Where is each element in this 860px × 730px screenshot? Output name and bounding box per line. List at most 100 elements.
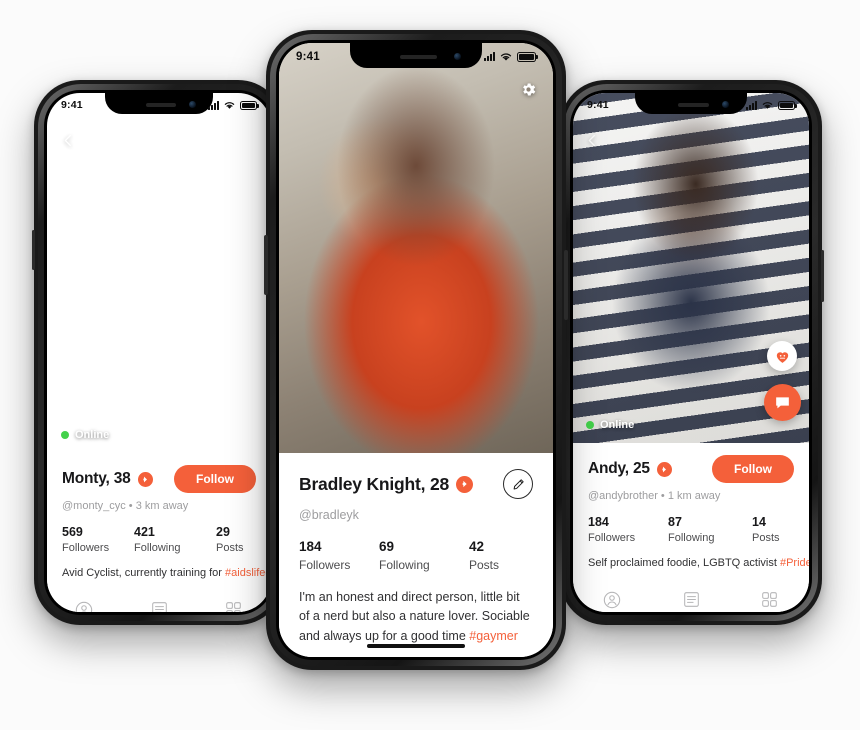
- tab-list[interactable]: [652, 583, 731, 612]
- mockup-stage: 9:41 Online Monty, 38 Follow @monty_cyc …: [0, 0, 860, 730]
- profile-card-right: Andy, 25 Follow @andybrother • 1 km away…: [573, 443, 809, 612]
- online-label: Online: [600, 419, 635, 431]
- stat-value: 569: [62, 525, 83, 539]
- profile-name: Andy, 25: [588, 460, 650, 477]
- tab-grid[interactable]: [730, 583, 809, 612]
- notch: [105, 93, 213, 114]
- name-row-right: Andy, 25 Follow: [588, 455, 794, 483]
- verified-badge-icon: [656, 461, 672, 477]
- stat-value: 14: [752, 515, 766, 529]
- back-arrow-icon[interactable]: [585, 133, 600, 148]
- stat-posts: 14 Posts: [752, 515, 780, 544]
- screen-right: 9:41 Online Andy, 25 Follow @andybrother…: [573, 93, 809, 612]
- earpiece-speaker: [677, 102, 709, 107]
- stat-value: 42: [469, 539, 485, 554]
- person-icon: [604, 591, 621, 609]
- home-indicator[interactable]: [367, 644, 465, 648]
- chat-bubble-icon: [776, 397, 789, 409]
- profile-handle: @monty_cyc • 3 km away: [62, 500, 189, 512]
- tab-bar-left: [47, 593, 271, 612]
- stat-posts: 42 Posts: [469, 539, 499, 572]
- online-dot: [586, 421, 594, 429]
- back-arrow-icon[interactable]: [61, 133, 76, 148]
- bio-text: Avid Cyclist, currently training for: [62, 567, 226, 579]
- online-status-left: Online: [61, 429, 109, 441]
- profile-photo-right: Online: [573, 93, 809, 443]
- notch: [635, 93, 747, 114]
- verified-badge-icon: [456, 475, 474, 493]
- gear-icon[interactable]: [520, 81, 537, 98]
- tab-grid[interactable]: [196, 593, 271, 612]
- bio-hashtag: #aidslifecycle: [225, 567, 271, 579]
- fab-like-button[interactable]: [767, 341, 797, 371]
- stat-label: Followers: [62, 542, 110, 554]
- fab-message-button[interactable]: [764, 384, 801, 421]
- notch: [350, 43, 482, 68]
- profile-bio-left: Avid Cyclist, currently training for #ai…: [62, 567, 271, 579]
- stat-value: 184: [588, 515, 609, 529]
- earpiece-speaker: [146, 102, 177, 107]
- screen-left: 9:41 Online Monty, 38 Follow @monty_cyc …: [47, 93, 271, 612]
- tab-list[interactable]: [122, 593, 197, 612]
- profile-handle: @andybrother • 1 km away: [588, 490, 721, 502]
- profile-bio-right: Self proclaimed foodie, LGBTQ activist #…: [588, 557, 809, 569]
- phone-inner: 9:41: [276, 40, 556, 660]
- stat-followers: 184 Followers: [588, 515, 668, 544]
- online-label: Online: [75, 429, 110, 441]
- person-icon: [76, 601, 93, 612]
- earpiece-speaker: [400, 54, 438, 59]
- stat-value: 29: [216, 525, 230, 539]
- stat-value: 421: [134, 525, 155, 539]
- phone-left: 9:41 Online Monty, 38 Follow @monty_cyc …: [32, 80, 284, 625]
- volume-button[interactable]: [32, 230, 35, 270]
- volume-button[interactable]: [264, 235, 268, 295]
- name-and-badge: Andy, 25: [588, 460, 672, 478]
- tab-profile[interactable]: [47, 593, 122, 612]
- front-camera: [453, 53, 461, 60]
- front-camera: [722, 101, 730, 109]
- profile-photo-left: Online: [47, 93, 271, 453]
- stat-following: 87 Following: [668, 515, 752, 544]
- profile-name: Monty, 38: [62, 470, 131, 487]
- phone-inner: 9:41: [570, 90, 812, 615]
- phone-center: 9:41 Bradley Knight, 28 @bradleyk 184 Fo…: [264, 30, 568, 670]
- stat-label: Posts: [469, 558, 500, 572]
- pencil-icon: [513, 478, 524, 489]
- screen-center: 9:41 Bradley Knight, 28 @bradleyk 184 Fo…: [279, 43, 553, 657]
- bio-text: Self proclaimed foodie, LGBTQ activist: [588, 557, 780, 569]
- bio-hashtag: #gaymer: [469, 628, 518, 643]
- name-and-badge: Bradley Knight, 28: [299, 474, 474, 495]
- stats-row-center: 184 Followers 69 Following 42 Posts: [299, 539, 533, 572]
- list-icon: [683, 592, 699, 607]
- profile-handle: @bradleyk: [299, 508, 359, 522]
- profile-bio-center: I'm an honest and direct person, little …: [299, 588, 533, 646]
- power-button[interactable]: [821, 250, 824, 302]
- bio-hashtag: #Pride: [779, 557, 809, 569]
- verified-badge-icon: [137, 471, 153, 487]
- stat-value: 184: [299, 539, 322, 554]
- stats-row-left: 569 Followers 421 Following 29 Posts: [62, 525, 256, 554]
- name-and-badge: Monty, 38: [62, 470, 153, 488]
- stat-label: Following: [379, 558, 430, 572]
- grid-icon: [226, 602, 241, 612]
- profile-photo-center: [279, 43, 553, 453]
- tab-profile[interactable]: [573, 583, 652, 612]
- stat-posts: 29 Posts: [216, 525, 244, 554]
- stat-label: Followers: [588, 532, 636, 544]
- stat-following: 69 Following: [379, 539, 469, 572]
- follow-button[interactable]: Follow: [174, 465, 256, 493]
- online-dot: [61, 431, 69, 439]
- stat-value: 87: [668, 515, 682, 529]
- grid-icon: [762, 592, 777, 607]
- name-row-left: Monty, 38 Follow: [62, 465, 256, 493]
- online-status-right: Online: [586, 419, 634, 431]
- power-button[interactable]: [564, 250, 568, 320]
- stat-label: Following: [134, 542, 181, 554]
- stat-followers: 569 Followers: [62, 525, 134, 554]
- edit-profile-button[interactable]: [503, 469, 533, 499]
- stat-label: Followers: [299, 558, 351, 572]
- follow-button[interactable]: Follow: [712, 455, 794, 483]
- profile-card-center: Bradley Knight, 28 @bradleyk 184 Followe…: [279, 453, 553, 657]
- stat-label: Posts: [216, 542, 244, 554]
- stat-following: 421 Following: [134, 525, 216, 554]
